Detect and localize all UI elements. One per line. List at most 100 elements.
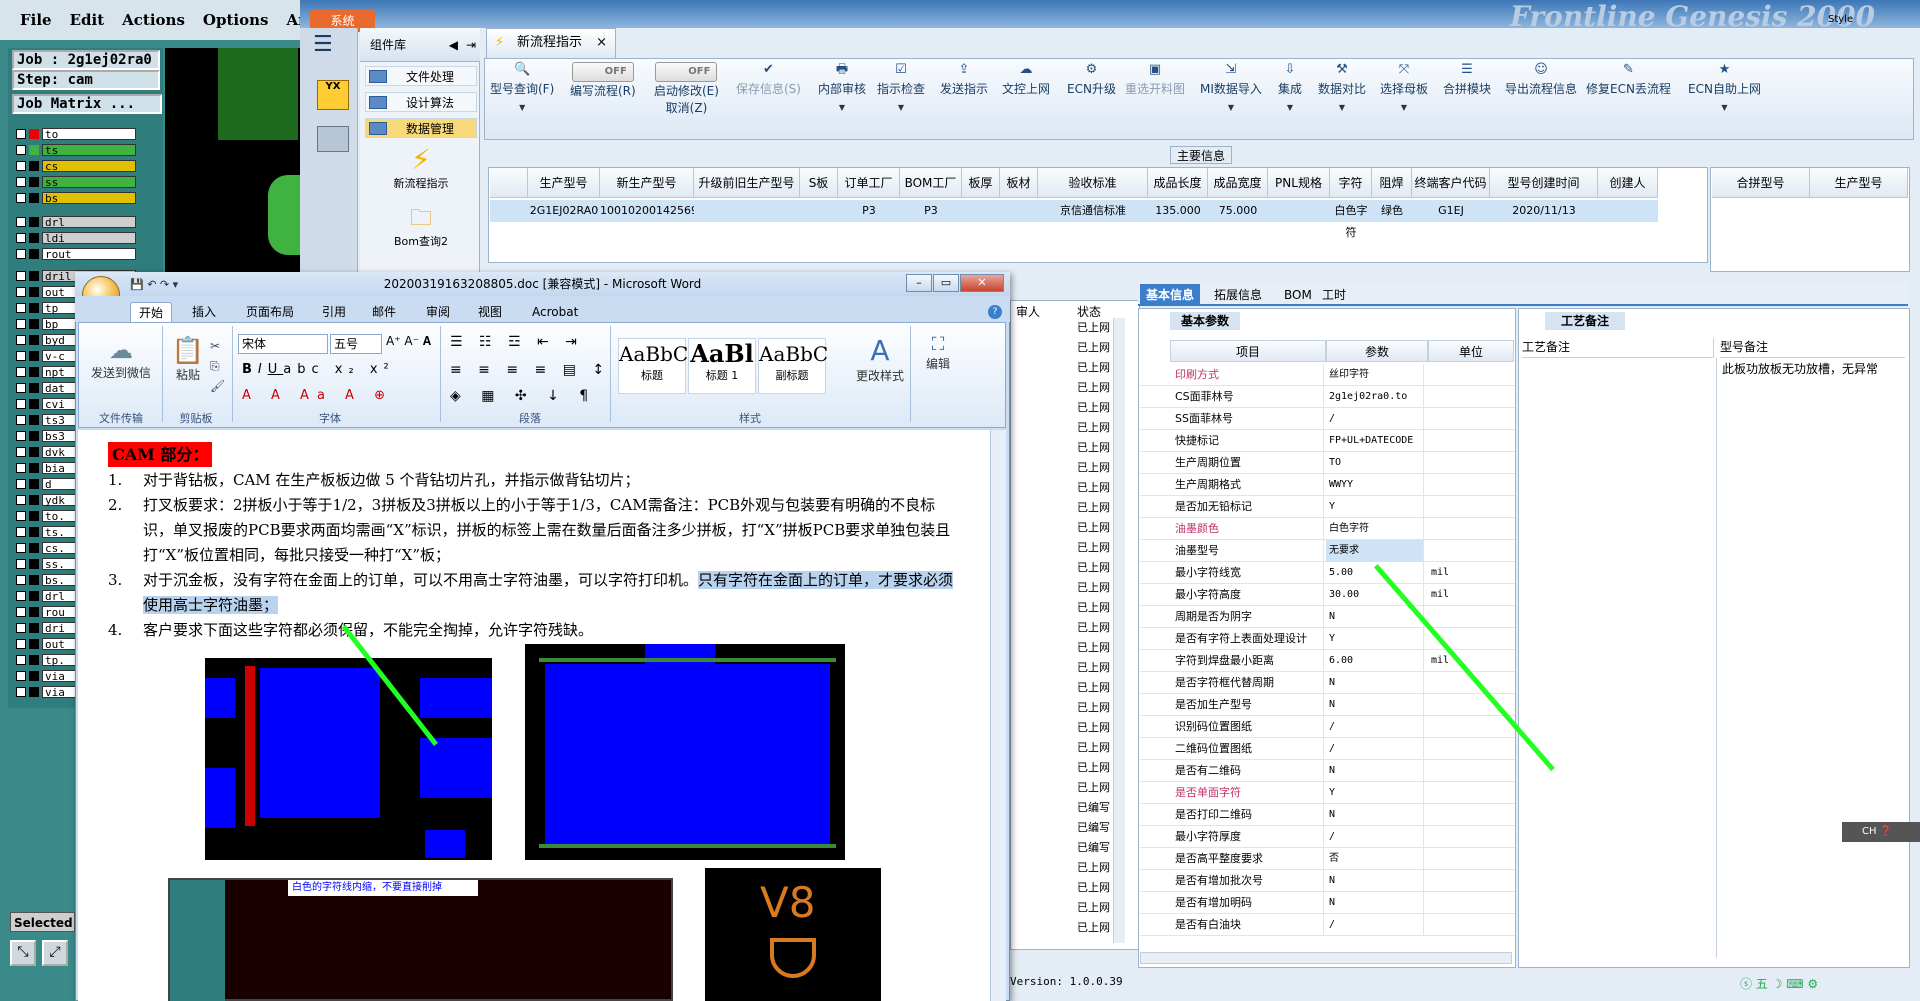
param-value[interactable]: / — [1326, 826, 1424, 848]
close-icon[interactable]: × — [596, 29, 607, 57]
list-scrollbar[interactable] — [1113, 318, 1125, 943]
param-value[interactable]: / — [1326, 914, 1424, 936]
grid-cell[interactable] — [694, 200, 800, 222]
style-label[interactable]: Style — [1828, 14, 1853, 25]
param-row[interactable]: 是否有增加批次号 N — [1140, 870, 1515, 892]
layer-checkbox[interactable] — [16, 270, 26, 281]
minimize-button[interactable]: – — [906, 274, 932, 292]
ribbon-tab[interactable]: 邮件 — [364, 302, 404, 322]
style-heading1[interactable]: AaBl 标题 1 — [688, 338, 756, 394]
list-item[interactable]: 已上网 — [1012, 500, 1127, 516]
list-item[interactable]: 已编写 — [1012, 840, 1127, 856]
layer-checkbox[interactable] — [16, 128, 26, 139]
style-subtitle[interactable]: AaBbC 副标题 — [758, 338, 828, 394]
grid-cell[interactable]: P3 — [900, 200, 962, 222]
toolbar-button[interactable]: OFF 编写流程(R) — [570, 62, 636, 99]
param-value[interactable]: FP+UL+DATECODE — [1326, 430, 1424, 452]
shading-icons[interactable]: ◈ ▦ ✣ ↓ ¶ — [450, 388, 596, 404]
dropdown-arrow-icon[interactable]: ▼ — [1380, 103, 1428, 112]
toolbar-button[interactable]: ⇲ MI数据导入 ▼ — [1200, 62, 1262, 112]
clipboard-icons[interactable]: ✂ ⎘ 🖌 — [210, 336, 225, 396]
layer-checkbox[interactable] — [16, 160, 26, 171]
job-matrix-button[interactable]: Job Matrix ... — [12, 94, 162, 114]
param-value[interactable]: N — [1326, 694, 1424, 716]
layer-checkbox[interactable] — [16, 350, 26, 361]
menu-actions[interactable]: Actions — [122, 11, 185, 29]
edit-button[interactable]: ⛶ 编辑 — [918, 334, 958, 372]
layer-checkbox[interactable] — [16, 176, 26, 187]
group-item-data[interactable]: 数据管理 — [365, 118, 477, 138]
param-value[interactable]: TO — [1326, 452, 1424, 474]
collapse-icon[interactable]: ◀ — [449, 28, 458, 62]
toolbar-button[interactable]: ☰ 合拼模块 — [1443, 62, 1491, 97]
tool-icon[interactable]: ⤢ — [42, 940, 68, 966]
grid-cell[interactable] — [962, 200, 1000, 222]
font-name-select[interactable]: 宋体 — [238, 334, 328, 354]
param-value[interactable]: N — [1326, 672, 1424, 694]
toolbar-button[interactable]: ✎ 修复ECN丢流程 — [1586, 62, 1671, 97]
ribbon-tab[interactable]: 视图 — [470, 302, 510, 322]
param-row[interactable]: 是否有字符上表面处理设计 Y — [1140, 628, 1515, 650]
menu-edit[interactable]: Edit — [70, 11, 105, 29]
param-value[interactable]: / — [1326, 408, 1424, 430]
param-value[interactable]: N — [1326, 892, 1424, 914]
param-row[interactable]: 是否有二维码 N — [1140, 760, 1515, 782]
grid-cell[interactable]: P3 — [838, 200, 900, 222]
tab-work-hours[interactable]: 工时 — [1316, 284, 1352, 306]
param-row[interactable]: 是否打印二维码 N — [1140, 804, 1515, 826]
layer-checkbox[interactable] — [16, 286, 26, 297]
quick-access-icons[interactable]: 💾 ↶ ↷ ▾ — [130, 278, 178, 291]
tab-basic-info[interactable]: 基本信息 — [1140, 284, 1201, 306]
layer-checkbox[interactable] — [16, 366, 26, 377]
grid-cell[interactable]: 10010200142569 — [600, 200, 698, 222]
params-scrollbar[interactable] — [1140, 952, 1512, 964]
ribbon-tab[interactable]: 引用 — [314, 302, 354, 322]
param-row[interactable]: 是否有增加明码 N — [1140, 892, 1515, 914]
layer-checkbox[interactable] — [16, 446, 26, 457]
list-item[interactable]: 已上网 — [1012, 380, 1127, 396]
list-item[interactable]: 已上网 — [1012, 620, 1127, 636]
layer-checkbox[interactable] — [16, 248, 26, 259]
param-row[interactable]: 是否单面字符 Y — [1140, 782, 1515, 804]
tab-extended-info[interactable]: 拓展信息 — [1208, 284, 1268, 306]
list-item[interactable]: 已上网 — [1012, 760, 1127, 776]
dropdown-arrow-icon[interactable]: ▼ — [1278, 103, 1302, 112]
toolbar-button[interactable]: ⚙ ECN升级 — [1067, 62, 1116, 97]
ime-bar[interactable]: CH ❓ — [1842, 822, 1920, 842]
toggle-switch[interactable]: OFF — [655, 62, 718, 82]
machine-icon[interactable] — [317, 126, 349, 152]
list-item[interactable]: 已上网 — [1012, 460, 1127, 476]
param-row[interactable]: 是否字符框代替周期 N — [1140, 672, 1515, 694]
layer-checkbox[interactable] — [16, 334, 26, 345]
dropdown-arrow-icon[interactable]: ▼ — [818, 103, 866, 112]
list-item[interactable]: 已上网 — [1012, 360, 1127, 376]
list-item[interactable]: 已上网 — [1012, 480, 1127, 496]
param-row[interactable]: 最小字符线宽 5.00 mil — [1140, 562, 1515, 584]
yx-app-icon[interactable]: YX — [317, 80, 349, 110]
layer-checkbox[interactable] — [16, 302, 26, 313]
param-row[interactable]: SS面菲林号 / — [1140, 408, 1515, 430]
list-item[interactable]: 已上网 — [1012, 780, 1127, 796]
paste-button[interactable]: 📋 粘贴 — [168, 336, 208, 383]
param-row[interactable]: 识别码位置图纸 / — [1140, 716, 1515, 738]
layer-checkbox[interactable] — [16, 216, 26, 227]
tool-icon[interactable]: ⤡ — [10, 940, 36, 966]
toolbar-button[interactable]: ⇪ 发送指示 — [940, 62, 988, 97]
param-row[interactable]: 是否加生产型号 N — [1140, 694, 1515, 716]
layer-row[interactable]: drl — [16, 215, 136, 228]
grid-cell[interactable]: 2G1EJ02RA0 — [528, 200, 600, 222]
font-grow-icons[interactable]: A⁺ A⁻ 𝐀 — [386, 334, 431, 349]
param-row[interactable]: 最小字符高度 30.00 mil — [1140, 584, 1515, 606]
layer-checkbox[interactable] — [16, 430, 26, 441]
param-value[interactable]: Y — [1326, 496, 1424, 518]
list-item[interactable]: 已上网 — [1012, 420, 1127, 436]
layer-row[interactable]: to — [16, 127, 136, 140]
list-item[interactable]: 已上网 — [1012, 740, 1127, 756]
param-row[interactable]: 最小字符厚度 / — [1140, 826, 1515, 848]
list-item[interactable]: 已上网 — [1012, 700, 1127, 716]
layer-row[interactable]: ldi — [16, 231, 136, 244]
param-row[interactable]: 生产周期位置 TO — [1140, 452, 1515, 474]
layer-checkbox[interactable] — [16, 232, 26, 243]
layer-checkbox[interactable] — [16, 526, 26, 537]
list-item[interactable]: 已上网 — [1012, 600, 1127, 616]
